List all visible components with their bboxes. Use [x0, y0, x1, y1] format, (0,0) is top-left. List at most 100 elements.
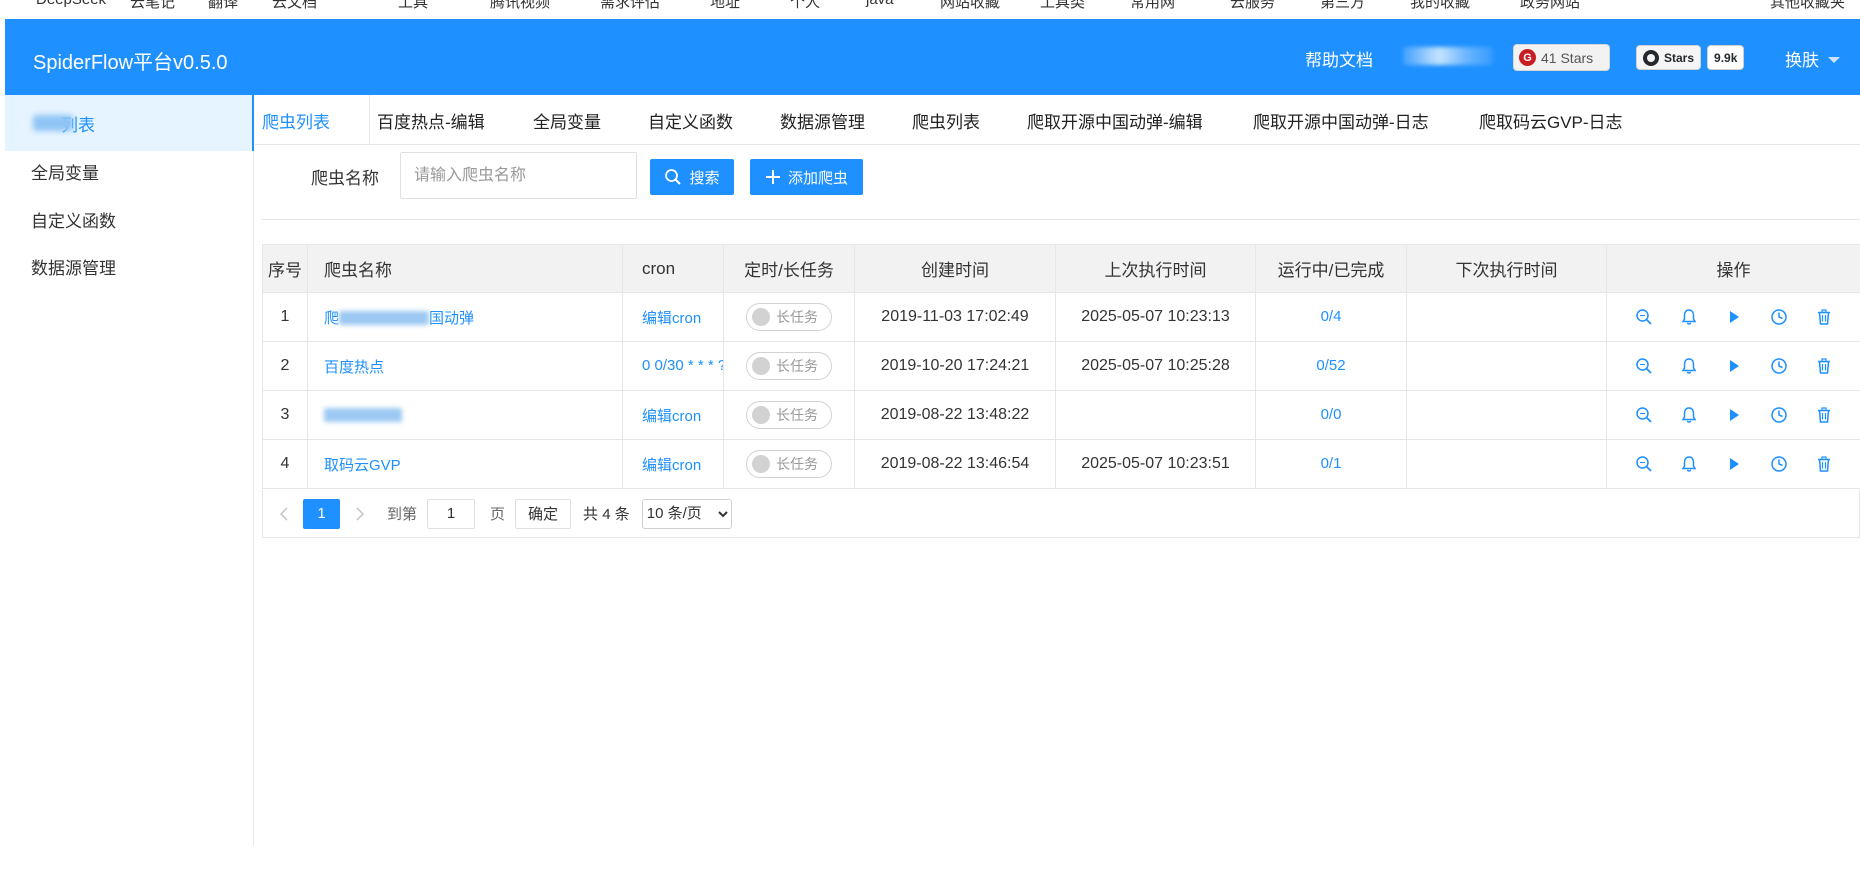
add-spider-button[interactable]: 添加爬虫 [750, 159, 863, 195]
bell-action[interactable] [1666, 308, 1711, 326]
tab-spider-list[interactable]: 爬虫列表 [262, 95, 330, 145]
bookmark-item[interactable]: 我的收藏 [1410, 0, 1470, 12]
clock-action[interactable] [1756, 406, 1801, 424]
search-action[interactable] [1621, 357, 1666, 375]
gitee-stars-count: 41 Stars [1541, 49, 1594, 66]
long-task-toggle[interactable]: 长任务 [746, 303, 832, 331]
play-action[interactable] [1711, 406, 1756, 424]
trash-action[interactable] [1801, 357, 1846, 375]
long-task-toggle[interactable]: 长任务 [746, 401, 832, 429]
spider-name-link[interactable]: 国动弹 [429, 310, 474, 327]
spider-name-link[interactable]: 取码云GVP [324, 457, 401, 474]
goto-label: 到第 [387, 506, 418, 523]
long-task-toggle[interactable]: 长任务 [746, 352, 832, 380]
play-action[interactable] [1711, 357, 1756, 375]
page-button-current[interactable]: 1 [303, 498, 340, 529]
help-docs-link[interactable]: 帮助文档 [1305, 46, 1373, 71]
bookmark-item[interactable]: 地址 [710, 0, 740, 12]
skin-menu[interactable]: 换肤 [1785, 46, 1840, 71]
progress-cell[interactable]: 0/1 [1255, 439, 1407, 489]
bookmark-item[interactable]: 云笔记 [130, 0, 175, 12]
row-number: 4 [262, 439, 308, 489]
goto-page-input[interactable] [427, 498, 476, 529]
bookmark-item[interactable]: 常用网 [1130, 0, 1175, 12]
search-action[interactable] [1621, 455, 1666, 473]
cron-cell[interactable]: 0 0/30 * * * ? [622, 341, 724, 391]
chevron-right-icon[interactable] [352, 506, 368, 522]
tab-oschina-log[interactable]: 爬取开源中国动弹-日志 [1253, 95, 1429, 145]
trash-action[interactable] [1801, 308, 1846, 326]
progress-cell[interactable]: 0/52 [1255, 341, 1407, 391]
page-size-select[interactable]: 10 条/页 [641, 498, 732, 529]
cron-link[interactable]: 编辑cron [642, 408, 701, 425]
spider-name-prefix[interactable]: 爬 [324, 310, 339, 327]
sidebar-item-datasource[interactable]: 数据源管理 [5, 238, 254, 294]
tab-gitee-gvp-log[interactable]: 爬取码云GVP-日志 [1479, 95, 1623, 145]
cron-cell[interactable]: 编辑cron [622, 292, 724, 342]
search-button[interactable]: 搜索 [650, 159, 734, 195]
bell-action[interactable] [1666, 406, 1711, 424]
cron-cell[interactable]: 编辑cron [622, 439, 724, 489]
progress-cell[interactable]: 0/0 [1255, 390, 1407, 440]
row-number: 2 [262, 341, 308, 391]
bookmark-item[interactable]: DeepSeek [36, 0, 106, 8]
bookmark-item[interactable]: 其他收藏夹 [1770, 0, 1845, 12]
spider-name-cell[interactable]: 爬 国动弹 [307, 292, 623, 342]
user-name-redacted[interactable] [1403, 47, 1493, 65]
tab-oschina-edit[interactable]: 爬取开源中国动弹-编辑 [1027, 95, 1203, 145]
play-action[interactable] [1711, 308, 1756, 326]
bookmark-item[interactable]: 工具类 [1040, 0, 1085, 12]
cron-link[interactable]: 0 0/30 * * * ? [642, 357, 723, 374]
bookmark-item[interactable]: 云文档 [272, 0, 317, 12]
search-action[interactable] [1621, 308, 1666, 326]
clock-action[interactable] [1756, 357, 1801, 375]
tab-baidu-hot-edit[interactable]: 百度热点-编辑 [377, 95, 485, 145]
cron-link[interactable]: 编辑cron [642, 310, 701, 327]
spider-name-link[interactable]: 百度热点 [324, 359, 384, 376]
search-label: 爬虫名称 [311, 169, 379, 188]
bookmark-item[interactable]: 需求评估 [600, 0, 660, 12]
tab-datasource[interactable]: 数据源管理 [780, 95, 865, 145]
github-stars-count[interactable]: 9.9k [1707, 45, 1745, 70]
cron-link[interactable]: 编辑cron [642, 457, 701, 474]
search-action[interactable] [1621, 406, 1666, 424]
trash-action[interactable] [1801, 406, 1846, 424]
tab-global-variables[interactable]: 全局变量 [533, 95, 601, 145]
search-input[interactable] [400, 152, 637, 199]
search-icon [1635, 308, 1653, 326]
bookmark-item[interactable]: 政务网站 [1520, 0, 1580, 12]
spider-name-cell[interactable]: 取码云GVP [307, 439, 623, 489]
clock-action[interactable] [1756, 455, 1801, 473]
play-icon [1725, 308, 1743, 326]
progress-link[interactable]: 0/4 [1321, 308, 1342, 325]
tab-custom-functions[interactable]: 自定义函数 [648, 95, 733, 145]
clock-icon [1770, 406, 1788, 424]
cron-cell[interactable]: 编辑cron [622, 390, 724, 440]
bookmark-item[interactable]: 网站收藏 [940, 0, 1000, 12]
bookmark-item[interactable]: 腾讯视频 [490, 0, 550, 12]
github-stars-button[interactable]: Stars [1636, 45, 1702, 70]
bookmark-item[interactable]: 第三方 [1320, 0, 1365, 12]
bookmark-item[interactable]: 云服务 [1230, 0, 1275, 12]
progress-link[interactable]: 0/52 [1316, 357, 1345, 374]
spider-name-cell[interactable] [307, 390, 623, 440]
bookmark-item[interactable]: 工具 [398, 0, 428, 12]
goto-confirm-button[interactable]: 确定 [515, 498, 572, 529]
bookmark-item[interactable]: java [866, 0, 894, 8]
clock-action[interactable] [1756, 308, 1801, 326]
chevron-left-icon[interactable] [276, 506, 292, 522]
spider-name-cell[interactable]: 百度热点 [307, 341, 623, 391]
progress-cell[interactable]: 0/4 [1255, 292, 1407, 342]
trash-action[interactable] [1801, 455, 1846, 473]
gitee-stars-badge[interactable]: G 41 Stars [1513, 44, 1610, 71]
github-stars-badge[interactable]: Stars 9.9k [1636, 45, 1745, 70]
play-action[interactable] [1711, 455, 1756, 473]
long-task-toggle[interactable]: 长任务 [746, 450, 832, 478]
bookmark-item[interactable]: 翻译 [208, 0, 238, 12]
bell-action[interactable] [1666, 357, 1711, 375]
progress-link[interactable]: 0/1 [1321, 455, 1342, 472]
bookmark-item[interactable]: 个人 [790, 0, 820, 12]
tab-spider-list-2[interactable]: 爬虫列表 [912, 95, 980, 145]
bell-action[interactable] [1666, 455, 1711, 473]
progress-link[interactable]: 0/0 [1321, 406, 1342, 423]
